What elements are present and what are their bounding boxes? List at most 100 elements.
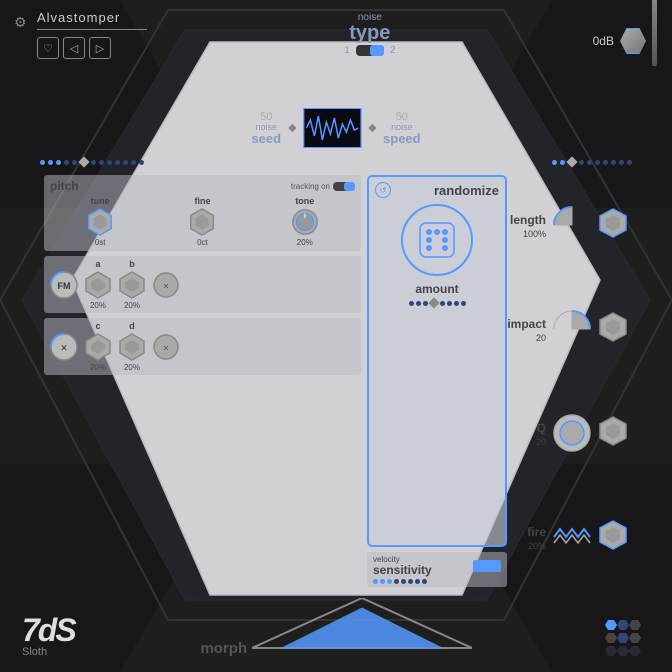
q-row: Q 20: [513, 411, 628, 455]
fm-b-knob[interactable]: [117, 270, 147, 300]
heart-button[interactable]: ♡: [37, 37, 59, 59]
fire-label: fire: [527, 525, 546, 539]
fm-b-group: b 20%: [117, 259, 147, 310]
q-knob[interactable]: [598, 416, 628, 451]
c-label: c: [95, 321, 100, 331]
speed-slider-thumb: [368, 124, 376, 132]
waveform-display: [303, 108, 361, 148]
q-value: 20: [536, 437, 546, 447]
fine-label: fine: [194, 196, 210, 206]
center-column: ↺ randomize: [367, 175, 507, 587]
db-value: 0dB: [593, 34, 614, 48]
impact-row: impact 20: [513, 307, 628, 351]
impact-arc: [550, 307, 594, 351]
fire-arc: [550, 515, 594, 559]
c-button[interactable]: ✕: [49, 332, 79, 362]
dice-button[interactable]: [401, 204, 473, 276]
length-arc: [550, 203, 594, 247]
length-knob[interactable]: [598, 208, 628, 243]
full-layout: ⚙ Alvastomper ♡ ◁ ▷ noise type: [0, 0, 672, 672]
tracking-row: tracking on: [291, 182, 355, 191]
vel-d8: [422, 579, 427, 584]
c-value: 20%: [90, 363, 106, 372]
c-knob[interactable]: [83, 332, 113, 362]
vel-d6: [408, 579, 413, 584]
dot-s7: [611, 160, 616, 165]
logo-text: 7dS: [22, 614, 75, 646]
fine-knob[interactable]: [187, 207, 217, 237]
prev-button[interactable]: ◁: [63, 37, 85, 59]
dot-9: [115, 160, 120, 165]
fm-a-group: a 20%: [83, 259, 113, 310]
dot-7: [99, 160, 104, 165]
velocity-toggle[interactable]: [473, 560, 501, 572]
dot-12: [139, 160, 144, 165]
dot-s5: [595, 160, 600, 165]
control-buttons: ♡ ◁ ▷: [37, 37, 147, 59]
hex-cluster: [600, 618, 650, 658]
restore-button[interactable]: ↺: [375, 182, 391, 198]
tune-knob[interactable]: [85, 207, 115, 237]
impact-label: impact: [507, 317, 546, 331]
tune-label: tune: [91, 196, 110, 206]
amount-slider[interactable]: [428, 297, 439, 308]
morph-triangle[interactable]: [252, 598, 472, 653]
tone-group: tone 20%: [290, 196, 320, 247]
q-arc: [550, 411, 594, 455]
fm-b-value: 20%: [124, 301, 140, 310]
noise-speed-slider[interactable]: [369, 125, 375, 131]
d-knob-group: d 20%: [117, 321, 147, 372]
fire-knob[interactable]: [598, 520, 628, 555]
noise-speed-group: 50 noise speed: [383, 111, 421, 145]
cd-section: ✕ c: [44, 318, 361, 375]
randomize-section: ↺ randomize: [367, 175, 507, 547]
fm-a-value: 20%: [90, 301, 106, 310]
noise-type-switch: 1 2: [344, 45, 395, 56]
fm-x-knob[interactable]: ✕: [151, 270, 181, 300]
rand-restore-row: ↺: [375, 182, 391, 198]
fm-a-knob[interactable]: [83, 270, 113, 300]
dot-2: [48, 160, 53, 165]
fm-a-label: a: [95, 259, 100, 269]
tone-knob[interactable]: [290, 207, 320, 237]
top-right: 0dB: [593, 16, 657, 66]
noise-type-section: noise type 1 2: [344, 12, 395, 56]
logo-area: 7dS Sloth: [22, 614, 75, 658]
tracking-toggle[interactable]: [333, 182, 355, 191]
fm-button[interactable]: FM: [49, 270, 79, 300]
level-meter: [652, 0, 657, 66]
randomize-label: randomize: [434, 183, 499, 198]
noise-seed-slider[interactable]: [289, 125, 295, 131]
impact-value: 20: [507, 333, 546, 343]
fm-section: FM a: [44, 256, 361, 313]
top-center: noise type 1 2: [344, 12, 395, 56]
noise-type-toggle[interactable]: [356, 45, 384, 56]
velocity-dot-row: [373, 579, 501, 584]
speed-diamond[interactable]: [566, 156, 577, 167]
vel-d1: [373, 579, 378, 584]
c-knob-group: c 20%: [83, 321, 113, 372]
impact-knob[interactable]: [598, 312, 628, 347]
dot-track: [40, 158, 631, 166]
fm-b-label: b: [129, 259, 135, 269]
dot-11: [131, 160, 136, 165]
seed-diamond[interactable]: [79, 156, 90, 167]
content-area: pitch tracking on tune: [44, 175, 628, 587]
db-knob[interactable]: [620, 28, 646, 54]
dot-8: [107, 160, 112, 165]
left-column: pitch tracking on tune: [44, 175, 361, 587]
morph-label: morph: [200, 640, 247, 657]
right-column: length 100%: [513, 175, 628, 587]
d-knob[interactable]: [117, 332, 147, 362]
tracking-label: tracking on: [291, 182, 330, 191]
dot-6: [91, 160, 96, 165]
pitch-knobs-row: tune 0st fine: [50, 196, 355, 247]
length-value: 100%: [510, 229, 546, 239]
fm-row: FM a: [49, 259, 356, 310]
next-button[interactable]: ▷: [89, 37, 111, 59]
noise-seed-group: 50 noise seed: [251, 111, 281, 145]
d-x-knob[interactable]: ✕: [151, 332, 181, 362]
q-label: Q: [537, 421, 546, 435]
velocity-header: velocity sensitivity: [373, 555, 501, 576]
dot-s2: [560, 160, 565, 165]
